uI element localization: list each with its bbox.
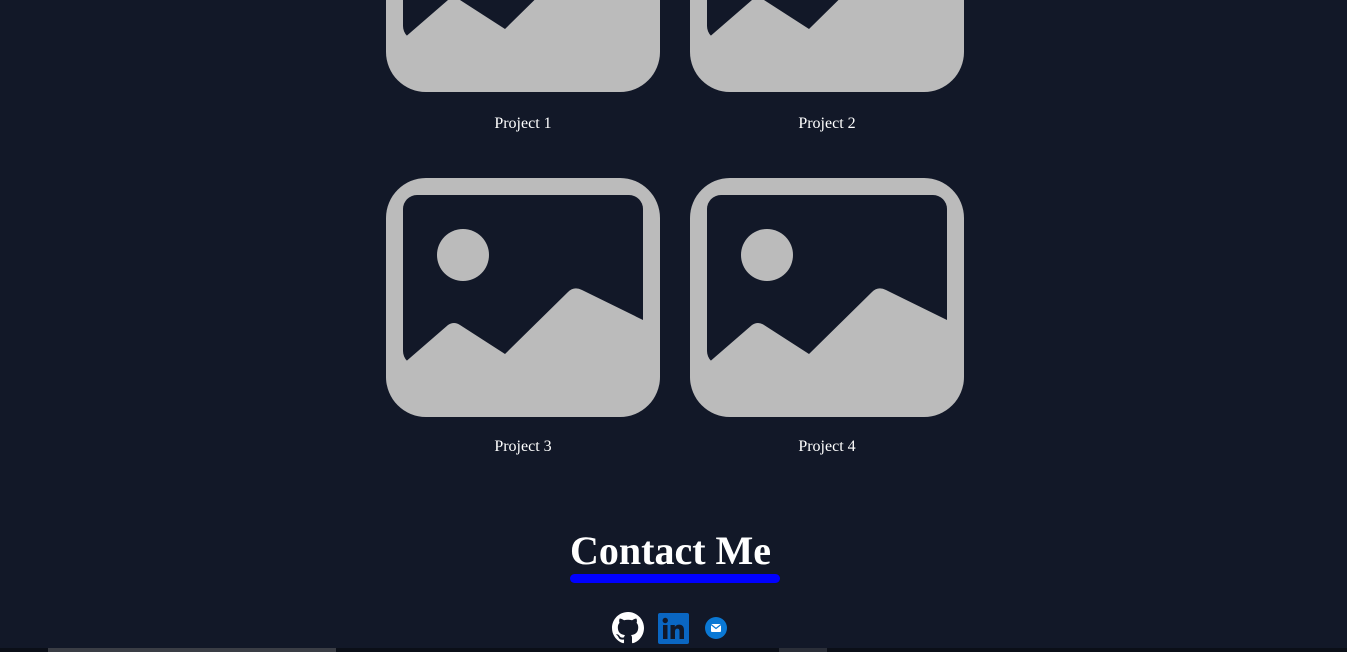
image-placeholder-icon	[690, 0, 964, 92]
email-link[interactable]	[703, 615, 729, 646]
project-label: Project 2	[798, 115, 856, 132]
image-placeholder-icon	[386, 0, 660, 92]
project-card-1[interactable]: Project 1	[386, 0, 660, 132]
linkedin-icon	[658, 612, 689, 644]
contact-heading: Contact Me	[570, 528, 772, 573]
image-placeholder-icon	[690, 178, 964, 417]
linkedin-link[interactable]	[658, 612, 689, 649]
project-label: Project 4	[798, 438, 856, 455]
github-icon	[612, 612, 644, 644]
project-card-4[interactable]: Project 4	[690, 178, 964, 455]
taskbar-segment	[779, 648, 827, 652]
github-link[interactable]	[612, 612, 644, 649]
project-label: Project 1	[494, 115, 552, 132]
project-card-3[interactable]: Project 3	[386, 178, 660, 455]
project-label: Project 3	[494, 438, 552, 455]
heading-underline	[570, 574, 780, 583]
email-icon	[705, 617, 727, 639]
project-card-2[interactable]: Project 2	[690, 0, 964, 132]
taskbar-segment	[48, 648, 336, 652]
image-placeholder-icon	[386, 178, 660, 417]
page: Project 1 Project 2 Project 3 Project 4 …	[0, 0, 1347, 652]
social-links	[612, 612, 729, 649]
